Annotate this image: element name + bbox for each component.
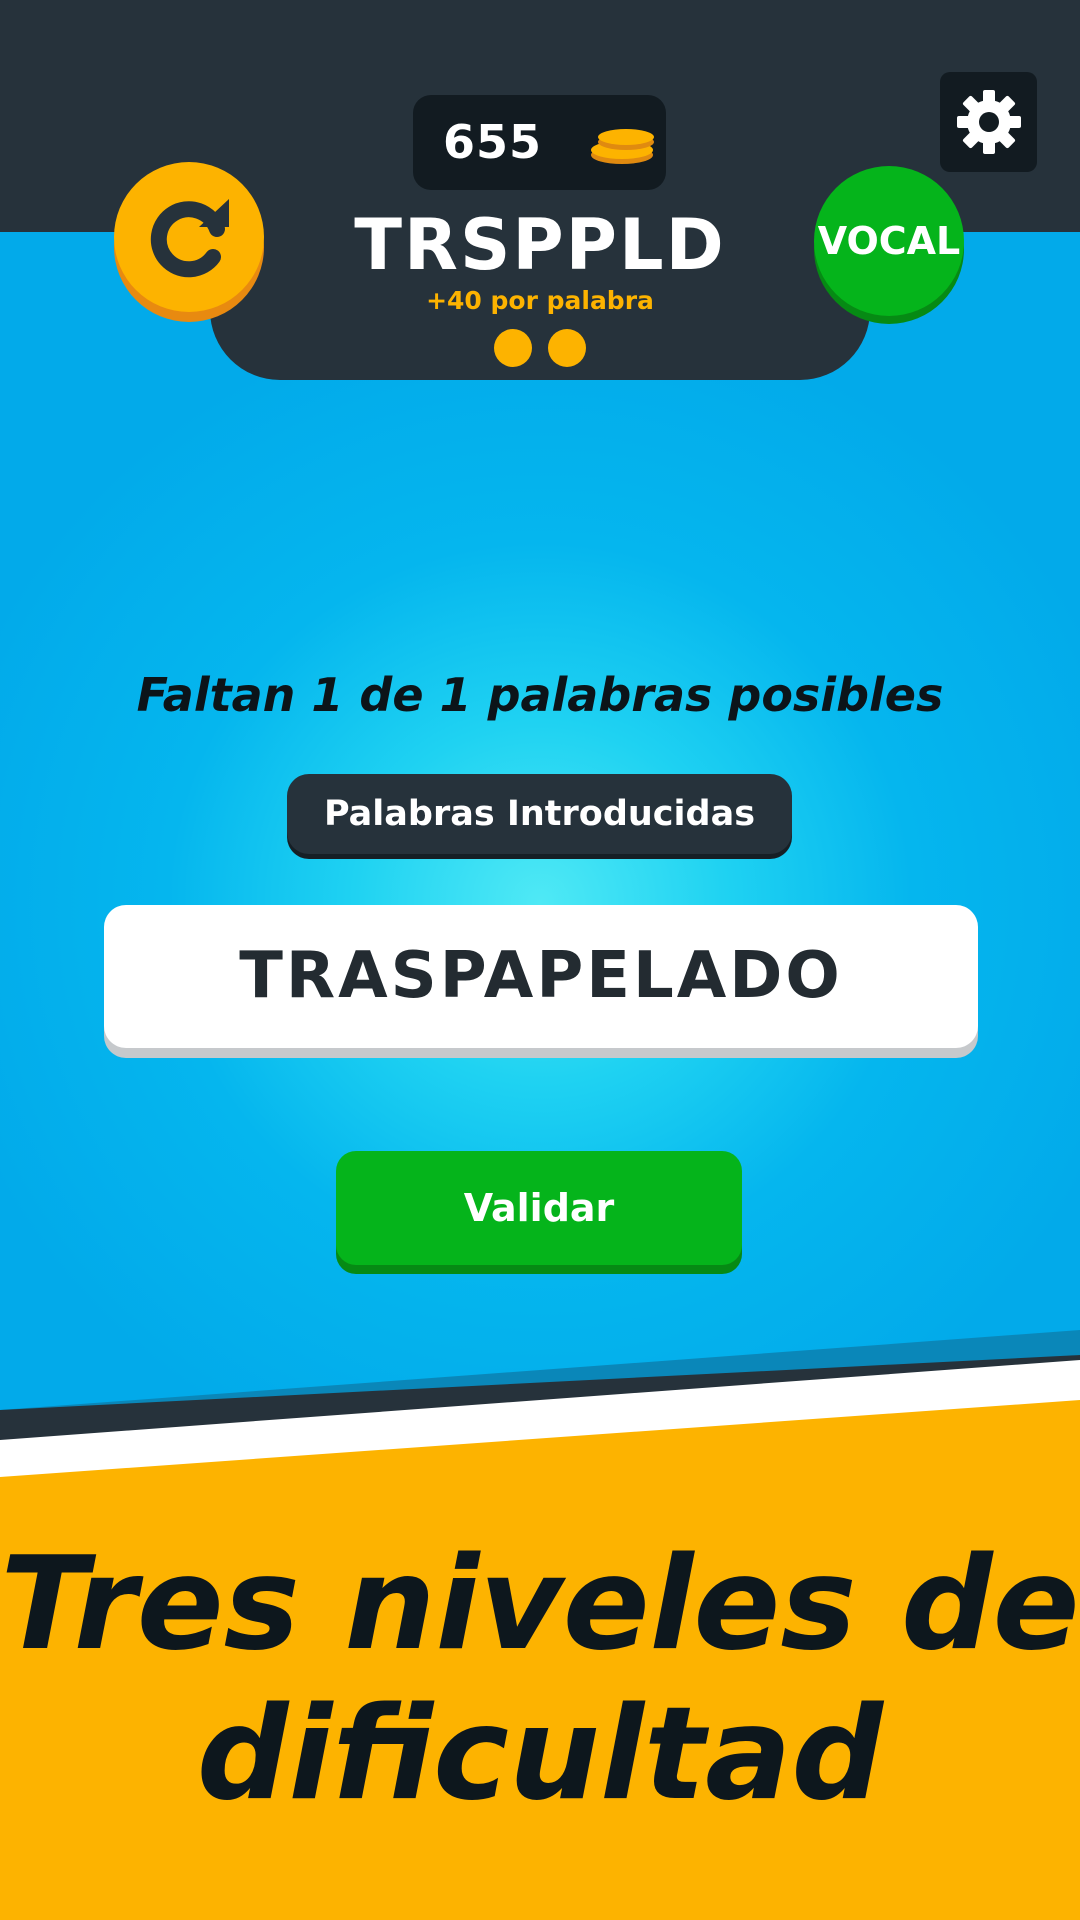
validate-button[interactable]: Validar	[336, 1151, 742, 1265]
entered-words-label: Palabras Introducidas	[287, 774, 792, 854]
remaining-words-text: Faltan 1 de 1 palabras posibles	[136, 668, 944, 722]
coin-counter: 655	[413, 95, 666, 190]
promo-line-2: dificultad	[196, 1680, 884, 1829]
restart-button[interactable]	[114, 162, 264, 312]
entered-word-card: TRASPAPELADO	[104, 905, 978, 1048]
restart-icon	[150, 199, 229, 278]
hint-dot	[548, 329, 586, 367]
hint-dots	[492, 329, 592, 367]
hint-dot	[494, 329, 532, 367]
settings-button[interactable]	[940, 72, 1037, 172]
game-screen: 655 TRSPPLD +40 por palabra VOCAL Faltan…	[0, 0, 1080, 1920]
letter-set: TRSPPLD	[354, 204, 726, 286]
coin-stack-icon	[588, 125, 656, 165]
promo-line-1: Tres niveles de	[0, 1530, 1080, 1679]
coin-count: 655	[443, 115, 543, 169]
gear-icon	[957, 90, 1021, 154]
bonus-text: +40 por palabra	[426, 286, 654, 315]
vocal-button[interactable]: VOCAL	[814, 166, 964, 316]
promo-banner-text: Tres niveles de dificultad	[0, 1530, 1080, 1830]
